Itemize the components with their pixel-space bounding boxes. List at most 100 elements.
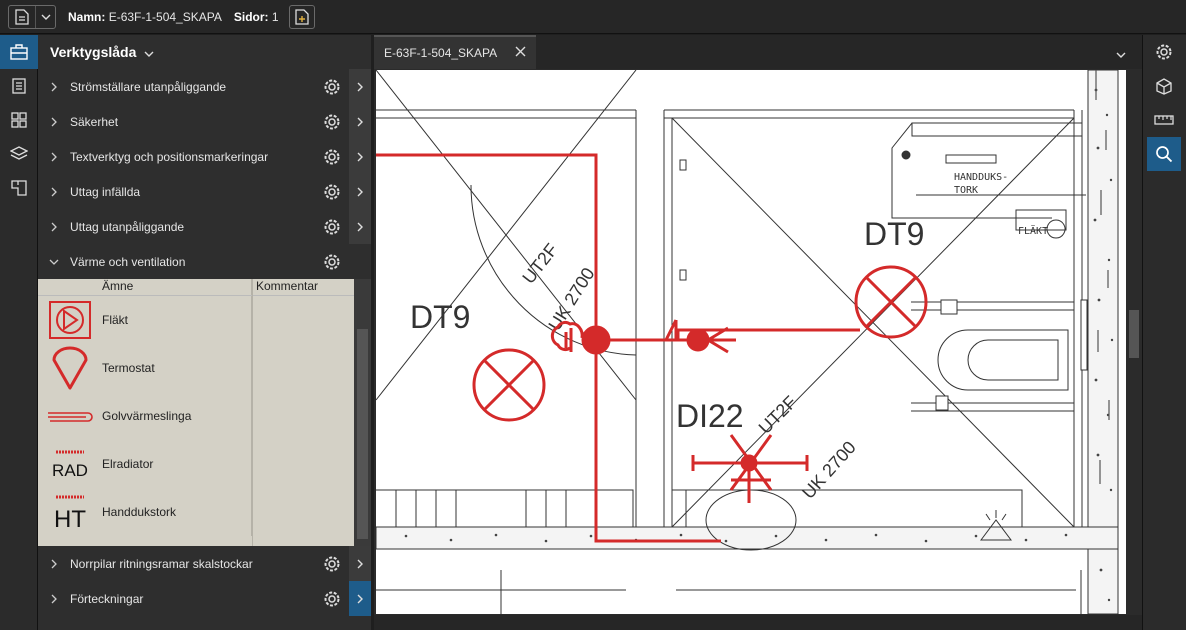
- category-row[interactable]: Uttag utanpåliggande: [38, 209, 371, 244]
- symbol-row[interactable]: Termostat: [38, 344, 354, 392]
- toolbox-title: Verktygslåda: [50, 44, 137, 60]
- top-toolbar: Namn: E-63F-1-504_SKAPA Sidor: 1: [0, 0, 1186, 34]
- floor-plan-drawing: HANDDUKS- TORK FLÄKT UT2F UK 2700 UT2F U…: [376, 70, 1119, 614]
- symbol-row[interactable]: HT Handdukstork: [38, 488, 354, 536]
- search-tab[interactable]: [1147, 137, 1181, 171]
- category-label: Uttag utanpåliggande: [70, 219, 185, 234]
- gear-icon[interactable]: [315, 148, 349, 166]
- category-row[interactable]: Förteckningar: [38, 581, 371, 616]
- gear-icon[interactable]: [315, 218, 349, 236]
- category-label: Norrpilar ritningsramar skalstockar: [70, 556, 253, 571]
- grid-icon: [11, 112, 27, 128]
- handdukstork-line-1: HANDDUKS-: [954, 172, 1008, 183]
- tab-title: E-63F-1-504_SKAPA: [384, 46, 498, 60]
- gear-icon[interactable]: [315, 555, 349, 573]
- spaces-tab[interactable]: [0, 171, 38, 205]
- category-row[interactable]: Norrpilar ritningsramar skalstockar: [38, 546, 371, 581]
- drawing-scrollbar[interactable]: [1126, 70, 1142, 614]
- gear-icon[interactable]: [315, 113, 349, 131]
- 3d-view-tab[interactable]: [1147, 69, 1181, 103]
- symbol-name: Fläkt: [102, 296, 252, 344]
- chevron-right-icon: [38, 187, 70, 197]
- chevron-down-icon: [144, 44, 154, 60]
- chevron-right-icon: [38, 559, 70, 569]
- chevron-right-icon[interactable]: [349, 581, 371, 616]
- search-icon: [1156, 146, 1173, 163]
- towel-dryer-text: HT: [54, 506, 86, 532]
- radiator-symbol-icon: RAD: [38, 440, 102, 488]
- symbol-tags: DT9 DT9 DI22: [410, 216, 924, 434]
- page-count: Sidor: 1: [234, 10, 279, 24]
- category-row-open[interactable]: Värme och ventilation: [38, 244, 371, 279]
- category-row[interactable]: Uttag infällda: [38, 174, 371, 209]
- name-label: Namn:: [68, 9, 106, 24]
- chevron-down-icon[interactable]: [35, 5, 55, 28]
- symbol-name: Handdukstork: [102, 488, 252, 536]
- left-panel-switcher: [0, 35, 38, 630]
- chevron-right-icon: [38, 117, 70, 127]
- symbol-row[interactable]: Fläkt: [38, 296, 354, 344]
- category-label: Säkerhet: [70, 114, 119, 129]
- add-page-button[interactable]: [288, 4, 315, 29]
- symbol-name: Termostat: [102, 344, 252, 392]
- document-area: E-63F-1-504_SKAPA HANDDUKS- TORK FLÄKT U…: [374, 35, 1142, 630]
- ut2f-label-mid: UT2F: [755, 392, 801, 438]
- gear-icon[interactable]: [315, 78, 349, 96]
- gear-icon[interactable]: [315, 590, 349, 608]
- category-label: Strömställare utanpåliggande: [70, 79, 227, 94]
- document-tab[interactable]: E-63F-1-504_SKAPA: [374, 35, 537, 69]
- category-row[interactable]: Strömställare utanpåliggande: [38, 69, 371, 104]
- cube-icon: [1156, 78, 1172, 95]
- dimension-labels: UT2F UK 2700 UT2F UK 2700: [518, 240, 859, 503]
- chevron-right-icon[interactable]: [349, 69, 371, 104]
- symbol-list: Ämne Kommentar Fläkt Termostat Golvvärme…: [38, 279, 371, 546]
- thumbnails-tab[interactable]: [0, 103, 38, 137]
- toolbox-icon: [10, 44, 28, 60]
- toolbox-panel: Verktygslåda Strömställare utanpåliggand…: [38, 35, 371, 630]
- list-icon: [12, 78, 26, 94]
- electrical-markup: [376, 153, 928, 543]
- chevron-right-icon[interactable]: [349, 209, 371, 244]
- symbol-list-header: Ämne Kommentar: [38, 279, 354, 296]
- chevron-right-icon: [38, 594, 70, 604]
- symbol-row[interactable]: RAD Elradiator: [38, 440, 354, 488]
- pages-label: Sidor:: [233, 9, 269, 24]
- gear-icon[interactable]: [315, 183, 349, 201]
- properties-tab[interactable]: [1147, 35, 1181, 69]
- category-row[interactable]: Textverktyg och positionsmarkeringar: [38, 139, 371, 174]
- gear-icon[interactable]: [315, 253, 349, 271]
- symbol-row[interactable]: Golvvärmeslinga: [38, 392, 354, 440]
- floor-heating-symbol-icon: [38, 392, 102, 440]
- drawing-canvas[interactable]: HANDDUKS- TORK FLÄKT UT2F UK 2700 UT2F U…: [376, 70, 1126, 614]
- chevron-right-icon[interactable]: [349, 139, 371, 174]
- file-menu-button[interactable]: [8, 4, 56, 29]
- markups-list-tab[interactable]: [0, 69, 38, 103]
- category-row[interactable]: Säkerhet: [38, 104, 371, 139]
- measure-tab[interactable]: [1147, 103, 1181, 137]
- layers-tab[interactable]: [0, 137, 38, 171]
- chevron-right-icon: [38, 82, 70, 92]
- chevron-down-icon[interactable]: [1116, 45, 1126, 63]
- concrete-wall: [376, 70, 1119, 614]
- pages-value: 1: [271, 9, 279, 24]
- name-value: E-63F-1-504_SKAPA: [108, 9, 222, 24]
- column-header-comment[interactable]: Kommentar: [252, 279, 318, 295]
- radiator-text: RAD: [52, 461, 88, 480]
- category-label: Textverktyg och positionsmarkeringar: [70, 149, 269, 164]
- chevron-right-icon[interactable]: [349, 546, 371, 581]
- gear-icon: [1156, 44, 1172, 60]
- column-header-subject[interactable]: Ämne: [102, 279, 252, 295]
- document-icon: [9, 8, 35, 25]
- chevron-right-icon[interactable]: [349, 104, 371, 139]
- toolbox-header[interactable]: Verktygslåda: [38, 35, 371, 69]
- chevron-right-icon[interactable]: [349, 174, 371, 209]
- close-icon[interactable]: [515, 46, 526, 60]
- thermostat-symbol-icon: [38, 344, 102, 392]
- toolbox-tab[interactable]: [0, 35, 38, 69]
- chevron-right-icon: [38, 152, 70, 162]
- category-label: Uttag infällda: [70, 184, 141, 199]
- flakt-note: FLÄKT: [1018, 224, 1048, 237]
- ruler-icon: [1154, 115, 1174, 125]
- symbol-list-scrollbar[interactable]: [354, 279, 371, 546]
